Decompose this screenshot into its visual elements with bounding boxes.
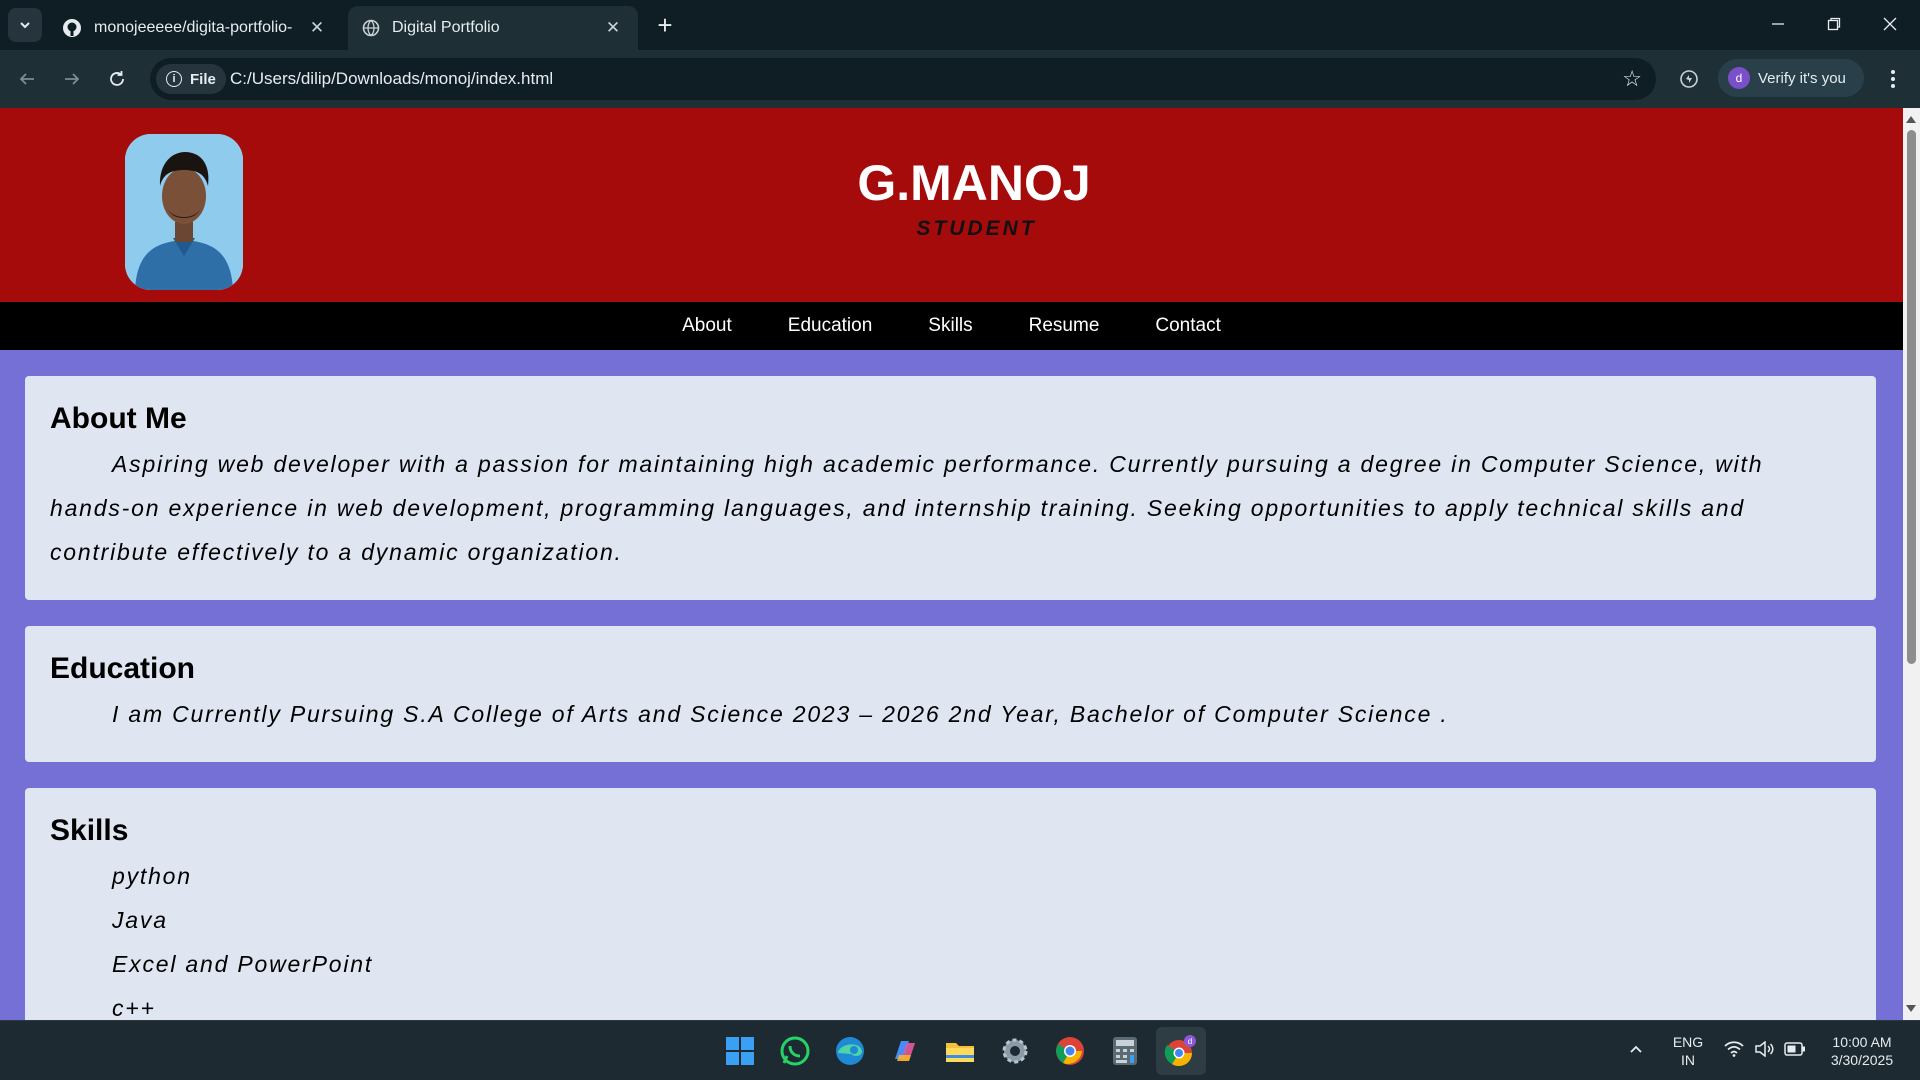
page-scrollbar[interactable] <box>1903 108 1920 1020</box>
menu-button[interactable] <box>1878 62 1908 96</box>
restore-button[interactable] <box>1806 0 1862 48</box>
minimize-icon <box>1772 23 1784 25</box>
avatar: d <box>1728 67 1750 89</box>
more-vert-icon <box>1891 70 1895 88</box>
chrome-icon[interactable] <box>1052 1033 1088 1069</box>
skills-list: python Java Excel and PowerPoint c++ <box>50 854 1851 1020</box>
list-item: Java <box>112 907 168 933</box>
language-line1: ENG <box>1672 1034 1704 1050</box>
taskbar: d ENG IN 10:00 AM 3/30/2025 <box>0 1020 1920 1080</box>
profile-verify-button[interactable]: d Verify it's you <box>1718 59 1864 97</box>
whatsapp-icon[interactable] <box>777 1033 813 1069</box>
windows-start-icon[interactable] <box>722 1033 758 1069</box>
site-name: G.MANOJ <box>857 155 1091 211</box>
settings-icon[interactable] <box>997 1033 1033 1069</box>
reload-button[interactable] <box>100 62 134 96</box>
info-icon: i <box>166 71 182 87</box>
skills-section: Skills python Java Excel and PowerPoint … <box>25 788 1876 1020</box>
nav-link-about[interactable]: About <box>654 315 760 337</box>
svg-text:d: d <box>1188 1037 1192 1046</box>
list-item: Excel and PowerPoint <box>112 951 374 977</box>
nav-link-skills[interactable]: Skills <box>900 315 1000 337</box>
site-nav: About Education Skills Resume Contact <box>0 302 1903 350</box>
copilot-icon[interactable] <box>887 1033 923 1069</box>
restore-icon <box>1827 17 1841 31</box>
chevron-up-icon <box>1630 1045 1642 1053</box>
about-text: Aspiring web developer with a passion fo… <box>50 451 1764 565</box>
education-text: I am Currently Pursuing S.A College of A… <box>112 701 1449 727</box>
chevron-down-icon <box>20 22 30 29</box>
calculator-icon[interactable] <box>1107 1033 1143 1069</box>
about-heading: About Me <box>50 402 187 435</box>
wifi-icon[interactable] <box>1724 1041 1744 1061</box>
battery-icon[interactable] <box>1784 1042 1806 1060</box>
about-section: About Me Aspiring web developer with a p… <box>25 376 1876 600</box>
tab-github[interactable]: monojeeeee/digita-portfolio- ✕ <box>48 6 342 50</box>
bookmark-star-icon[interactable]: ☆ <box>1622 66 1642 92</box>
clock[interactable]: 10:00 AM 3/30/2025 <box>1822 1033 1902 1069</box>
refresh-circle-icon <box>1680 70 1698 88</box>
close-window-button[interactable] <box>1862 0 1918 48</box>
clock-date: 3/30/2025 <box>1830 1052 1894 1068</box>
language-indicator[interactable]: ENG IN <box>1668 1033 1708 1069</box>
forward-button[interactable] <box>55 62 89 96</box>
clock-time: 10:00 AM <box>1832 1034 1892 1050</box>
arrow-left-icon <box>19 73 34 85</box>
site-role: STUDENT <box>916 217 1037 240</box>
tab-title: Digital Portfolio <box>392 19 500 36</box>
list-item: python <box>112 863 192 889</box>
address-bar[interactable]: i File C:/Users/dilip/Downloads/monoj/in… <box>150 58 1656 100</box>
scroll-down-icon[interactable] <box>1906 1005 1916 1012</box>
scroll-up-icon[interactable] <box>1906 116 1916 123</box>
volume-icon[interactable] <box>1754 1040 1774 1061</box>
chrome-profile-icon[interactable]: d <box>1163 1033 1199 1069</box>
back-button[interactable] <box>10 62 44 96</box>
file-explorer-icon[interactable] <box>942 1033 978 1069</box>
nav-link-contact[interactable]: Contact <box>1127 315 1248 337</box>
edge-icon[interactable] <box>832 1033 868 1069</box>
page-viewport: G.MANOJ STUDENT About Education Skills R… <box>0 108 1903 1020</box>
close-icon[interactable]: ✕ <box>306 17 328 39</box>
minimize-button[interactable] <box>1750 0 1806 48</box>
tab-search-button[interactable] <box>8 8 42 42</box>
close-icon <box>1883 17 1897 31</box>
education-section: Education I am Currently Pursuing S.A Co… <box>25 626 1876 762</box>
browser-toolbar: i File C:/Users/dilip/Downloads/monoj/in… <box>0 50 1920 108</box>
show-hidden-icons-button[interactable] <box>1628 1041 1644 1061</box>
education-heading: Education <box>50 652 196 685</box>
reload-icon <box>110 71 124 86</box>
site-info-chip[interactable]: i File <box>156 64 226 94</box>
chip-label: File <box>190 70 216 88</box>
arrow-right-icon <box>65 73 80 85</box>
tab-strip: monojeeeee/digita-portfolio- ✕ Digital P… <box>0 0 1920 50</box>
tab-title: monojeeeee/digita-portfolio- <box>94 19 293 36</box>
extensions-button[interactable] <box>1672 62 1706 96</box>
github-icon <box>63 19 81 37</box>
new-tab-button[interactable]: + <box>650 10 680 40</box>
site-header: G.MANOJ STUDENT <box>0 108 1903 302</box>
close-icon[interactable]: ✕ <box>602 17 624 39</box>
nav-link-resume[interactable]: Resume <box>1001 315 1128 337</box>
verify-label: Verify it's you <box>1758 69 1846 87</box>
skills-heading: Skills <box>50 814 129 847</box>
globe-icon <box>362 19 380 37</box>
nav-link-education[interactable]: Education <box>760 315 901 337</box>
list-item: c++ <box>112 995 156 1020</box>
tab-digital-portfolio[interactable]: Digital Portfolio ✕ <box>348 6 638 50</box>
scroll-thumb[interactable] <box>1907 130 1916 664</box>
url-text: C:/Users/dilip/Downloads/monoj/index.htm… <box>230 69 554 88</box>
language-line2: IN <box>1681 1052 1695 1068</box>
